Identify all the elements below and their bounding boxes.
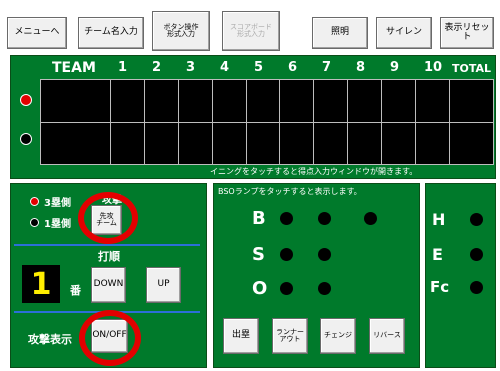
ball-lamp[interactable]	[364, 212, 377, 225]
strike-lamp[interactable]	[280, 248, 293, 261]
out-label: O	[252, 278, 268, 299]
highlight-ring	[78, 192, 138, 244]
inning-header: 8	[356, 60, 366, 75]
menu-button[interactable]: メニューへ	[7, 17, 67, 49]
top-team-row	[40, 79, 494, 123]
total-header: TOTAL	[452, 62, 492, 75]
inning-header: 9	[390, 60, 400, 75]
inning-cell[interactable]	[177, 121, 213, 165]
inning-header: 2	[152, 60, 162, 75]
button-op-format-button[interactable]: ボタン操作 形式入力	[152, 11, 210, 51]
attack-display-label: 攻撃表示	[28, 333, 72, 346]
first-base-radio[interactable]	[30, 218, 39, 227]
batter-number: 1	[30, 266, 52, 302]
display-reset-button[interactable]: 表示リセット	[440, 17, 494, 49]
hit-lamp[interactable]	[470, 213, 483, 226]
inning-header: 4	[220, 60, 230, 75]
inning-cell[interactable]	[109, 121, 145, 165]
top-attack-indicator-red	[20, 94, 32, 106]
inning-header: 10	[424, 60, 443, 75]
third-base-radio[interactable]	[30, 197, 39, 206]
hit-label: H	[432, 210, 446, 229]
strike-lamp[interactable]	[318, 248, 331, 261]
total-cell	[449, 121, 494, 165]
third-base-label: 3塁側	[44, 198, 71, 209]
inning-cell[interactable]	[381, 79, 417, 123]
error-label: E	[432, 245, 443, 264]
siren-button[interactable]: サイレン	[376, 17, 432, 49]
first-base-label: 1塁側	[44, 219, 71, 230]
inning-cell[interactable]	[347, 121, 383, 165]
inning-cell[interactable]	[245, 121, 281, 165]
inning-cell[interactable]	[313, 79, 349, 123]
out-lamp[interactable]	[280, 282, 293, 295]
inning-cell[interactable]	[415, 121, 451, 165]
team-name-cell[interactable]	[40, 121, 111, 165]
inning-cell[interactable]	[143, 121, 179, 165]
inning-cell[interactable]	[279, 79, 315, 123]
inning-cell[interactable]	[109, 79, 145, 123]
inning-cell[interactable]	[279, 121, 315, 165]
inning-cell[interactable]	[347, 79, 383, 123]
inning-cell[interactable]	[211, 79, 247, 123]
down-button[interactable]: DOWN	[91, 267, 126, 303]
inning-cell[interactable]	[313, 121, 349, 165]
inning-cell[interactable]	[381, 121, 417, 165]
up-button[interactable]: UP	[146, 267, 181, 303]
team-name-button[interactable]: チーム名入力	[78, 17, 144, 49]
highlight-ring	[79, 310, 141, 366]
inning-cell[interactable]	[143, 79, 179, 123]
inning-hint: イニングをタッチすると得点入力ウィンドウが開きます。	[210, 167, 418, 176]
runner-out-button[interactable]: ランナー アウト	[272, 318, 308, 354]
inning-header: 6	[288, 60, 298, 75]
ball-lamp[interactable]	[318, 212, 331, 225]
ball-label: B	[252, 208, 266, 229]
fielders-choice-label: Fc	[430, 278, 450, 296]
out-lamp[interactable]	[318, 282, 331, 295]
bottom-attack-indicator	[20, 133, 32, 145]
team-header: TEAM	[52, 60, 96, 76]
scoreboard-format-button[interactable]: スコアボード 形式入力	[222, 11, 280, 51]
inning-cell[interactable]	[245, 79, 281, 123]
bottom-team-row	[40, 121, 494, 165]
lighting-button[interactable]: 照明	[312, 17, 368, 49]
ball-lamp[interactable]	[280, 212, 293, 225]
strike-label: S	[252, 244, 265, 265]
error-lamp[interactable]	[470, 248, 483, 261]
inning-cell[interactable]	[211, 121, 247, 165]
inning-header: 5	[254, 60, 264, 75]
fielders-choice-lamp[interactable]	[470, 281, 483, 294]
shutsurui-button[interactable]: 出塁	[223, 318, 259, 354]
ban-label: 番	[70, 284, 81, 297]
change-button[interactable]: チェンジ	[320, 318, 356, 354]
total-cell	[449, 79, 494, 123]
inning-cell[interactable]	[415, 79, 451, 123]
inning-header: 1	[118, 60, 128, 75]
inning-header: 3	[186, 60, 196, 75]
batter-number-display: 1	[22, 265, 60, 303]
score-grid	[40, 79, 494, 165]
inning-cell[interactable]	[177, 79, 213, 123]
reverse-button[interactable]: リバース	[369, 318, 405, 354]
inning-header: 7	[322, 60, 332, 75]
bso-hint: BSOランプをタッチすると表示します。	[218, 187, 362, 196]
batting-order-label: 打順	[98, 250, 120, 263]
team-name-cell[interactable]	[40, 79, 111, 123]
panel-separator	[14, 244, 200, 246]
